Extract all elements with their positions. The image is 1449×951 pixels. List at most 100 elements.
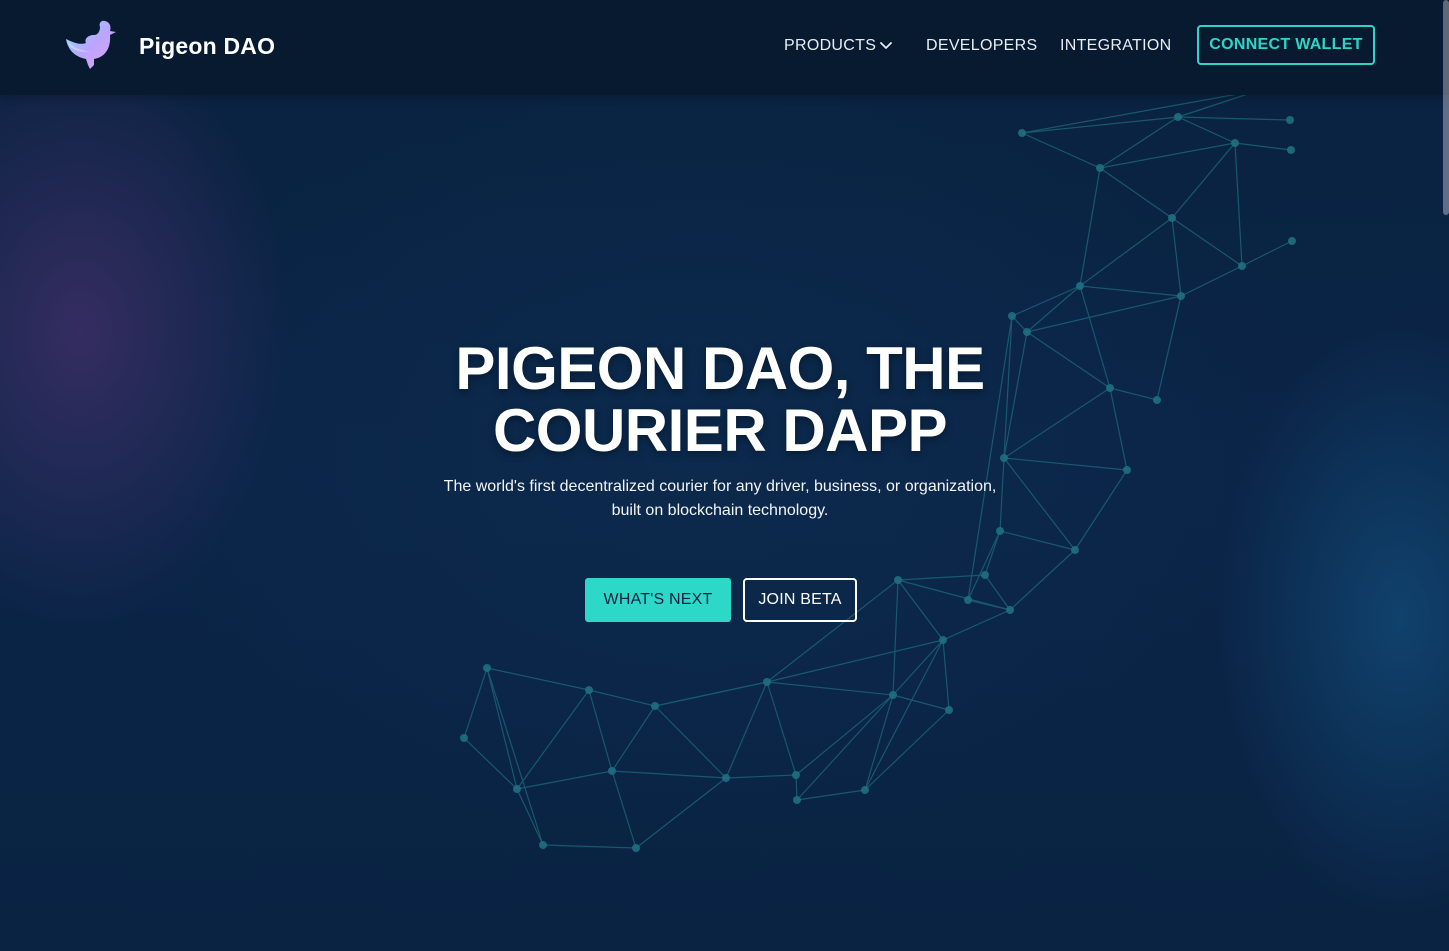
- network-node: [722, 774, 730, 782]
- network-node: [1168, 214, 1176, 222]
- network-edge: [897, 579, 944, 641]
- network-edge: [1171, 217, 1182, 297]
- network-edge: [999, 530, 1076, 551]
- network-edge: [611, 770, 727, 779]
- network-edge: [725, 774, 797, 779]
- network-edge: [486, 667, 590, 691]
- network-node: [632, 844, 640, 852]
- network-edge: [1234, 142, 1243, 267]
- hero-title-line2: COURIER DAPP: [492, 397, 948, 464]
- network-edge: [486, 667, 544, 846]
- network-edge: [796, 694, 894, 801]
- network-node: [1238, 262, 1246, 270]
- network-node: [1106, 384, 1114, 392]
- network-node: [996, 527, 1004, 535]
- network-edge: [725, 681, 768, 779]
- network-edge: [1079, 285, 1182, 297]
- network-edge: [1180, 265, 1243, 297]
- network-edge: [486, 667, 518, 790]
- network-node: [1174, 113, 1182, 121]
- network-edge: [588, 689, 613, 772]
- hero-subtitle-line1: The world's first decentralized courier …: [443, 478, 997, 495]
- network-node: [939, 636, 947, 644]
- network-node: [981, 571, 989, 579]
- network-node: [889, 691, 897, 699]
- network-node: [1096, 164, 1104, 172]
- nav-integration[interactable]: INTEGRATION: [1060, 36, 1171, 56]
- network-node: [1288, 237, 1296, 245]
- network-node: [894, 576, 902, 584]
- network-node: [945, 706, 953, 714]
- network-edge: [892, 694, 950, 711]
- network-edge: [1021, 132, 1101, 169]
- network-node: [1231, 139, 1239, 147]
- page: Pigeon DAO PRODUCTS DEVELOPERS INTEGRATI…: [0, 0, 1449, 951]
- network-edge: [1109, 387, 1158, 401]
- network-edge: [654, 705, 727, 779]
- network-node: [1177, 292, 1185, 300]
- network-edge: [1021, 89, 1261, 134]
- network-edge: [766, 681, 797, 776]
- network-edge: [654, 681, 768, 707]
- network-edge: [1109, 387, 1128, 471]
- network-edge: [1011, 285, 1081, 317]
- network-edge: [1234, 142, 1292, 151]
- network-node: [1286, 116, 1294, 124]
- network-node: [763, 678, 771, 686]
- network-edge: [1099, 167, 1173, 219]
- network-edge: [463, 667, 488, 739]
- network-node: [460, 734, 468, 742]
- network-edge: [1026, 285, 1081, 333]
- network-edge: [942, 609, 1011, 641]
- network-node: [651, 702, 659, 710]
- nav-developers[interactable]: DEVELOPERS: [926, 36, 1037, 56]
- network-node: [793, 796, 801, 804]
- network-node: [513, 785, 521, 793]
- connect-wallet-button[interactable]: CONNECT WALLET: [1197, 25, 1375, 65]
- network-node: [483, 664, 491, 672]
- hero-title-line1: PIGEON DAO, THE: [455, 335, 985, 402]
- network-edge: [1009, 549, 1076, 611]
- hero-subtitle-line2: built on blockchain technology.: [611, 502, 829, 519]
- network-node: [861, 786, 869, 794]
- network-edge: [1079, 167, 1101, 287]
- network-edge: [542, 844, 637, 849]
- brand-name[interactable]: Pigeon DAO: [139, 30, 275, 62]
- network-edge: [984, 530, 1001, 576]
- network-edge: [864, 694, 894, 791]
- nav-products[interactable]: PRODUCTS: [784, 36, 876, 56]
- network-edge: [611, 705, 656, 772]
- network-edge: [864, 639, 944, 791]
- network-edge: [1079, 285, 1111, 389]
- network-edge: [1156, 295, 1182, 401]
- network-node: [1153, 396, 1161, 404]
- network-edge: [796, 789, 866, 801]
- network-node: [1008, 312, 1016, 320]
- network-edge: [1026, 295, 1182, 333]
- network-edge: [463, 737, 518, 790]
- network-node: [1123, 466, 1131, 474]
- network-edge: [1079, 217, 1173, 287]
- scrollbar[interactable]: [1443, 0, 1449, 215]
- whats-next-button[interactable]: WHAT'S NEXT: [585, 578, 731, 622]
- network-edge: [635, 777, 727, 849]
- network-edge: [892, 639, 944, 696]
- network-edge: [1177, 116, 1291, 121]
- network-edge: [1171, 217, 1243, 267]
- network-edge: [892, 579, 899, 696]
- join-beta-button[interactable]: JOIN BETA: [743, 578, 857, 622]
- network-node: [539, 841, 547, 849]
- network-node: [608, 767, 616, 775]
- network-node: [1071, 546, 1079, 554]
- network-edge: [1099, 142, 1236, 169]
- network-edge: [588, 689, 656, 707]
- network-edge: [897, 579, 1011, 611]
- network-node: [1006, 606, 1014, 614]
- hero-title: PIGEON DAO, THE COURIER DAPP: [400, 338, 1040, 462]
- network-edge: [516, 689, 590, 790]
- network-edge: [1171, 142, 1236, 219]
- network-edge: [611, 770, 637, 849]
- chevron-down-icon[interactable]: [879, 40, 893, 52]
- pigeon-logo-icon[interactable]: [64, 17, 120, 73]
- network-edge: [864, 709, 950, 791]
